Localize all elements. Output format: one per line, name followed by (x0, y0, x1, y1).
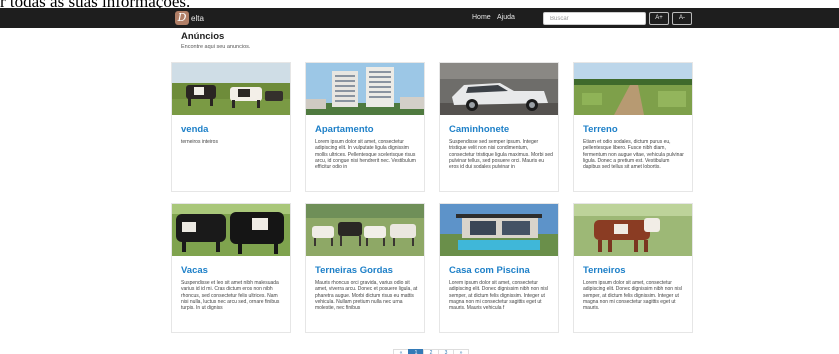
pagination-prev[interactable]: « (393, 349, 409, 354)
listing-card[interactable]: Caminhonete Suspendisse sed semper ipsum… (439, 62, 559, 192)
card-text: Etiam et odio sodales, dictum purus eu, … (583, 139, 684, 171)
card-text: terneiros inteiros (181, 139, 218, 145)
font-decrease-button[interactable]: A- (672, 12, 692, 25)
font-increase-button[interactable]: A+ (649, 12, 669, 25)
card-title[interactable]: venda (181, 124, 208, 135)
pagination-page-2[interactable]: 2 (423, 349, 439, 354)
card-text: Suspendisse et leo sit amet nibh malesua… (181, 280, 280, 312)
pagination-next[interactable]: » (453, 349, 469, 354)
card-title[interactable]: Terneiros (583, 265, 626, 276)
pagination-page-1[interactable]: 1 (408, 349, 424, 354)
cows-pasture-image (172, 63, 290, 115)
pickup-truck-image (440, 63, 558, 115)
top-navbar: D elta Home Ajuda A+ A- (0, 8, 839, 28)
listing-card[interactable]: Terneiras Gordas Mauris rhoncus orci gra… (305, 203, 425, 333)
brand[interactable]: D elta (175, 11, 204, 25)
page-title: Anúncios (181, 31, 225, 42)
card-text: Lorem ipsum dolor sit amet, consectetur … (449, 280, 548, 312)
search-input[interactable] (543, 12, 646, 25)
page-subtitle: Encontre aqui seu anuncios. (181, 44, 251, 50)
listing-card[interactable]: venda terneiros inteiros (171, 62, 291, 192)
card-title[interactable]: Casa com Piscina (449, 265, 530, 276)
listing-card[interactable]: Vacas Suspendisse et leo sit amet nibh m… (171, 203, 291, 333)
card-title[interactable]: Vacas (181, 265, 208, 276)
card-text: Lorem ipsum dolor sit amet, consectetur … (315, 139, 416, 171)
card-title[interactable]: Terneiras Gordas (315, 265, 393, 276)
black-cows-image (172, 204, 290, 256)
house-pool-image (440, 204, 558, 256)
card-title[interactable]: Apartamento (315, 124, 374, 135)
pagination-page-3[interactable]: 3 (438, 349, 454, 354)
card-title[interactable]: Caminhonete (449, 124, 509, 135)
brand-name: elta (191, 13, 204, 23)
listing-card[interactable]: Terreno Etiam et odio sodales, dictum pu… (573, 62, 693, 192)
land-field-image (574, 63, 692, 115)
card-title[interactable]: Terreno (583, 124, 618, 135)
listing-card[interactable]: Apartamento Lorem ipsum dolor sit amet, … (305, 62, 425, 192)
card-text: Lorem ipsum dolor sit amet, consectetur … (583, 280, 682, 312)
listing-card[interactable]: Terneiros Lorem ipsum dolor sit amet, co… (573, 203, 693, 333)
brown-calf-image (574, 204, 692, 256)
pagination: « 1 2 3 » (393, 349, 469, 354)
calves-herd-image (306, 204, 424, 256)
nav-link-home[interactable]: Home (472, 14, 491, 22)
listing-card[interactable]: Casa com Piscina Lorem ipsum dolor sit a… (439, 203, 559, 333)
nav-link-ajuda[interactable]: Ajuda (497, 14, 515, 22)
card-text: Suspendisse sed semper ipsum. Integer tr… (449, 139, 553, 171)
card-text: Mauris rhoncus orci gravida, varius odio… (315, 280, 418, 312)
brand-logo-icon: D (175, 11, 189, 25)
apartment-towers-image (306, 63, 424, 115)
